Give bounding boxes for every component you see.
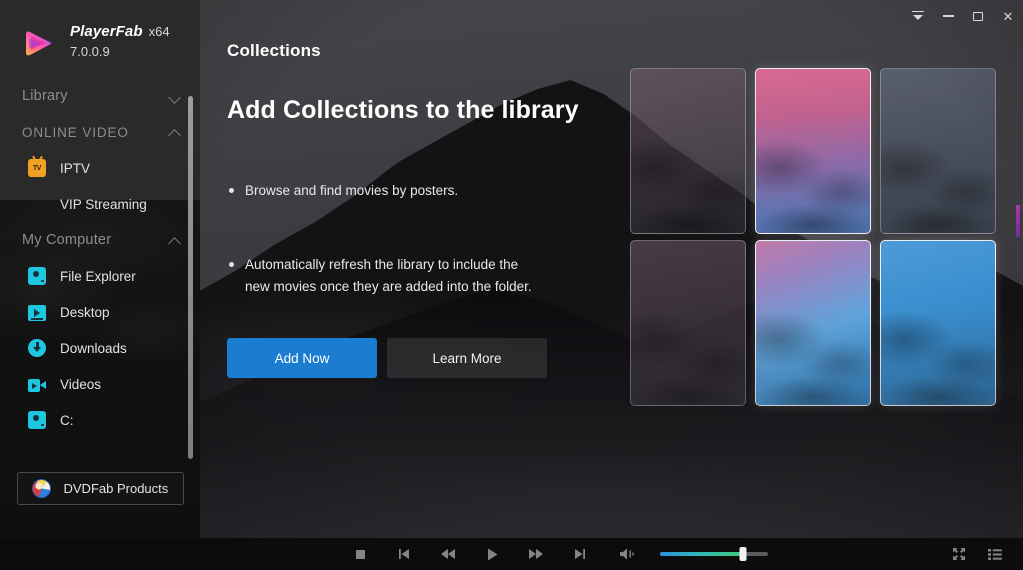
dvdfab-logo-icon [31,479,51,498]
maximize-button[interactable] [963,1,993,31]
player-bar [0,538,1023,570]
sidebar-section-library-label: Library [22,88,68,104]
sidebar-item-desktop[interactable]: Desktop [0,294,200,330]
sidebar-item-videos-label: Videos [60,376,102,392]
sidebar-item-desktop-label: Desktop [60,304,110,320]
sidebar-item-c-drive[interactable]: C: [0,402,200,438]
volume-control [612,541,768,567]
sidebar-section-library[interactable]: Library [0,78,200,114]
next-track-button[interactable] [565,541,595,567]
window-controls: ✕ [903,0,1023,32]
brand-version: 7.0.0.9 [70,44,110,59]
download-circle-icon [28,339,46,357]
playlist-button[interactable] [981,541,1009,567]
chevron-up-icon [169,236,182,245]
bullet-dot-icon [229,261,234,267]
player-right-controls [937,541,1009,567]
main-content: Collections Add Collections to the libra… [200,0,1023,538]
rewind-button[interactable] [433,541,463,567]
chevron-down-icon [169,92,182,101]
headline: Add Collections to the library [227,96,579,124]
bullet-dot-icon [229,188,234,193]
collapse-button[interactable] [903,1,933,31]
tv-icon: TV [28,159,46,177]
transport-controls [345,541,609,567]
maximize-icon [973,11,983,21]
sidebar-item-iptv[interactable]: TV IPTV [0,150,200,186]
dvdfab-products-label: DVDFab Products [63,481,169,496]
sidebar-item-c-drive-label: C: [60,412,74,428]
sidebar-item-iptv-label: IPTV [60,160,91,176]
volume-button[interactable] [612,541,642,567]
brand-block: PlayerFab x64 7.0.0.9 [0,0,200,62]
sidebar-item-videos[interactable]: Videos [0,366,200,402]
monitor-play-icon [28,304,46,321]
cta-row: Add Now Learn More [227,338,547,378]
sidebar-item-downloads-label: Downloads [60,340,127,356]
disc-icon [28,411,46,429]
brand-architecture: x64 [148,24,170,39]
learn-more-button[interactable]: Learn More [387,338,547,378]
disc-icon [28,267,46,285]
bullet-text: Automatically refresh the library to inc… [245,256,532,294]
close-button[interactable]: ✕ [993,1,1023,31]
sidebar-item-downloads[interactable]: Downloads [0,330,200,366]
sidebar-section-online-video-label: ONLINE VIDEO [22,124,129,140]
volume-slider-fill [660,552,744,556]
sidebar-section-online-video[interactable]: ONLINE VIDEO [0,114,200,150]
playerfab-play-logo-icon [20,24,58,62]
sidebar-item-file-explorer-label: File Explorer [60,268,136,284]
sidebar-footer: DVDFab Products [0,472,200,505]
bullet-text: Browse and find movies by posters. [245,183,459,198]
close-icon: ✕ [1002,8,1014,24]
sidebar-item-file-explorer[interactable]: File Explorer [0,258,200,294]
stop-button[interactable] [345,541,375,567]
brand-name: PlayerFab [70,23,143,40]
add-now-button[interactable]: Add Now [227,338,377,378]
sidebar-section-my-computer-label: My Computer [22,232,112,248]
sidebar-item-vip-streaming[interactable]: VIP Streaming [0,186,200,222]
collapse-icon [912,10,924,22]
feature-bullet-list: Browse and find movies by posters. Autom… [227,180,617,298]
chevron-up-icon [169,128,182,137]
dvdfab-products-button[interactable]: DVDFab Products [16,472,184,505]
minimize-button[interactable] [933,1,963,31]
page-title: Collections [227,41,321,60]
collections-panel: Collections Add Collections to the libra… [200,0,1023,538]
volume-slider-thumb[interactable] [739,547,747,561]
volume-slider[interactable] [660,547,768,561]
playerfab-window: PlayerFab x64 7.0.0.9 Library ONLINE VIDE… [0,0,1023,570]
list-item: Browse and find movies by posters. [227,180,617,202]
sidebar-item-vip-streaming-label: VIP Streaming [60,196,147,212]
fullscreen-button[interactable] [945,541,973,567]
video-camera-icon [28,379,46,392]
play-button[interactable] [477,541,507,567]
list-item: Automatically refresh the library to inc… [227,254,617,298]
sidebar-section-my-computer[interactable]: My Computer [0,222,200,258]
sidebar-nav: Library ONLINE VIDEO TV IPTV VIP Streami… [0,78,200,438]
vip-crown-icon [28,195,46,213]
minimize-icon [942,15,954,17]
fast-forward-button[interactable] [521,541,551,567]
previous-track-button[interactable] [389,541,419,567]
brand-title-row: PlayerFab x64 [70,22,170,42]
sidebar: PlayerFab x64 7.0.0.9 Library ONLINE VIDE… [0,0,200,538]
